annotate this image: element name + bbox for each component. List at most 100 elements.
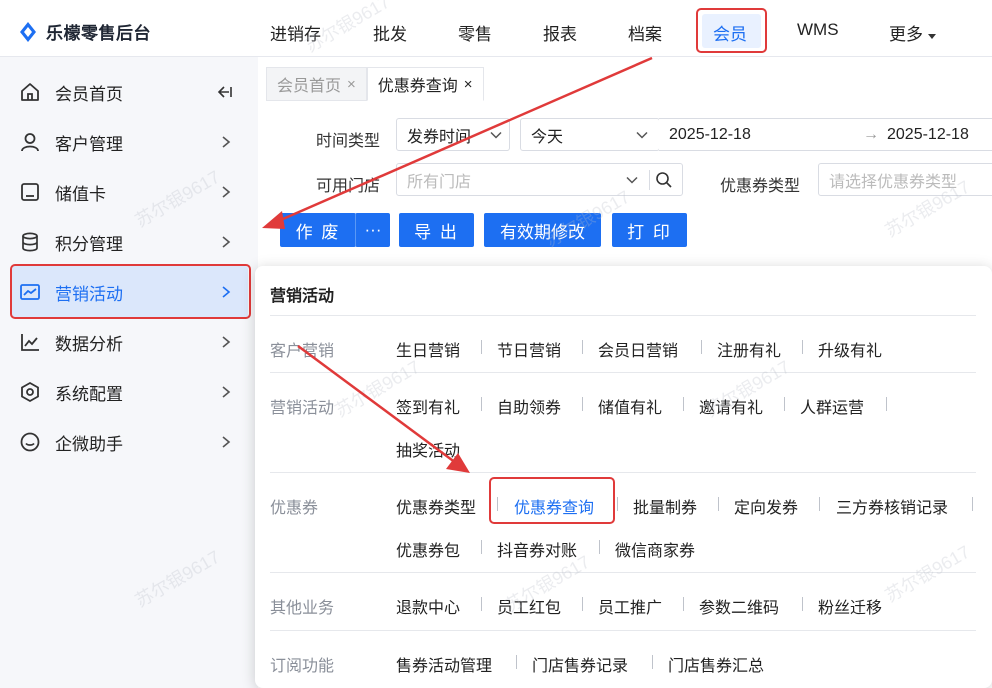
menu-link-refund-center[interactable]: 退款中心 (396, 594, 460, 618)
menu-link-fan-migration[interactable]: 粉丝迁移 (818, 594, 882, 618)
close-icon[interactable]: × (464, 76, 473, 93)
date-range-picker[interactable]: 2025-12-18 → 2025-12-18 (659, 118, 992, 151)
popup-divider (270, 630, 976, 631)
coupon-type-label: 优惠券类型 (720, 178, 801, 195)
chat-bubble-icon (19, 431, 41, 453)
menu-link-third-party-redemption[interactable]: 三方券核销记录 (836, 494, 948, 518)
menu-link-staff-red-packet[interactable]: 员工红包 (497, 594, 561, 618)
menu-link-audience-operations[interactable]: 人群运营 (800, 394, 864, 418)
sidebar-marketing-annotation-box (10, 264, 251, 319)
home-icon (19, 81, 41, 103)
menu-separator (819, 497, 820, 511)
date-start[interactable]: 2025-12-18 (669, 126, 751, 144)
menu-link-batch-coupons[interactable]: 批量制券 (633, 494, 697, 518)
menu-link-targeted-issue[interactable]: 定向发券 (734, 494, 798, 518)
sidebar-item-customers[interactable]: 客户管理 (0, 117, 258, 167)
nav-more[interactable]: 更多 (889, 20, 938, 45)
menu-separator (718, 497, 719, 511)
category-other-business: 其他业务 (270, 600, 335, 617)
print-button[interactable]: 打 印 (612, 213, 687, 247)
menu-link-wechat-merchant-coupon[interactable]: 微信商家券 (615, 537, 695, 561)
nav-more-label: 更多 (889, 25, 923, 44)
more-actions-button[interactable]: ··· (355, 213, 390, 247)
menu-link-coupon-packs[interactable]: 优惠券包 (396, 537, 460, 561)
close-icon[interactable]: × (347, 76, 356, 93)
top-navbar: 乐檬零售后台 进销存 批发 零售 报表 档案 会员 WMS 更多 (0, 0, 992, 57)
menu-link-douyin-reconciliation[interactable]: 抖音券对账 (497, 537, 577, 561)
coupon-type-select[interactable]: 请选择优惠券类型 (818, 163, 992, 196)
chevron-down-icon (636, 131, 648, 139)
menu-separator (802, 340, 803, 354)
sidebar-item-label: 储值卡 (55, 184, 106, 204)
menu-link-staff-promotion[interactable]: 员工推广 (598, 594, 662, 618)
sidebar-item-analytics[interactable]: 数据分析 (0, 317, 258, 367)
chevron-down-icon (490, 131, 502, 139)
menu-separator (599, 540, 600, 554)
menu-link-coupon-sale-management[interactable]: 售券活动管理 (396, 652, 492, 676)
chevron-down-icon (626, 176, 638, 184)
time-type-value: 发券时间 (407, 128, 472, 146)
menu-link-invite-gift[interactable]: 邀请有礼 (699, 394, 763, 418)
sidebar-item-wecom-assistant[interactable]: 企微助手 (0, 417, 258, 467)
search-icon[interactable] (655, 171, 673, 189)
caret-down-icon (928, 33, 936, 39)
menu-link-register-gift[interactable]: 注册有礼 (717, 337, 781, 361)
nav-retail[interactable]: 零售 (458, 20, 492, 45)
sidebar-item-points[interactable]: 积分管理 (0, 217, 258, 267)
marketing-menu-popup (255, 266, 992, 688)
date-end[interactable]: 2025-12-18 (887, 126, 969, 144)
menu-link-upgrade-gift[interactable]: 升级有礼 (818, 337, 882, 361)
nav-wholesale[interactable]: 批发 (373, 20, 407, 45)
app-root: 乐檬零售后台 进销存 批发 零售 报表 档案 会员 WMS 更多 会员首页 客户… (0, 0, 992, 688)
tab-member-home[interactable]: 会员首页 × (266, 67, 367, 101)
menu-separator (652, 655, 653, 669)
sidebar-item-label: 数据分析 (55, 334, 123, 354)
store-select[interactable]: 所有门店 (396, 163, 683, 196)
popup-divider (270, 472, 976, 473)
sidebar-item-settings[interactable]: 系统配置 (0, 367, 258, 417)
menu-separator (582, 597, 583, 611)
menu-separator (582, 340, 583, 354)
menu-link-param-qrcode[interactable]: 参数二维码 (699, 594, 779, 618)
sidebar-item-stored-value-card[interactable]: 储值卡 (0, 167, 258, 217)
menu-link-self-claim-coupon[interactable]: 自助领券 (497, 394, 561, 418)
category-subscriptions: 订阅功能 (270, 658, 335, 675)
tab-coupon-query[interactable]: 优惠券查询 × (366, 67, 484, 101)
page-tabs: 会员首页 × 优惠券查询 × (266, 67, 484, 101)
menu-link-holiday-marketing[interactable]: 节日营销 (497, 337, 561, 361)
sidebar-item-label: 企微助手 (55, 434, 123, 454)
menu-link-store-coupon-sale-records[interactable]: 门店售券记录 (532, 652, 628, 676)
menu-link-topup-gift[interactable]: 储值有礼 (598, 394, 662, 418)
menu-link-lottery[interactable]: 抽奖活动 (396, 437, 460, 461)
nav-inventory[interactable]: 进销存 (270, 20, 321, 45)
menu-link-birthday-marketing[interactable]: 生日营销 (396, 337, 460, 361)
void-button[interactable]: 作 废 (280, 213, 356, 247)
menu-separator (481, 397, 482, 411)
select-divider (649, 170, 650, 190)
menu-separator (886, 397, 887, 411)
coupon-query-annotation-box (489, 477, 615, 524)
collapse-sidebar-icon[interactable] (216, 83, 234, 101)
popup-title: 营销活动 (270, 288, 335, 305)
validity-edit-button[interactable]: 有效期修改 (484, 213, 601, 247)
menu-link-coupon-types[interactable]: 优惠券类型 (396, 494, 476, 518)
database-icon (19, 231, 41, 253)
export-button[interactable]: 导 出 (399, 213, 474, 247)
chevron-right-icon (222, 386, 231, 398)
menu-link-store-coupon-sale-summary[interactable]: 门店售券汇总 (668, 652, 764, 676)
nav-archive[interactable]: 档案 (628, 20, 662, 45)
menu-separator (683, 597, 684, 611)
sidebar-item-member-home[interactable]: 会员首页 (0, 67, 258, 117)
menu-link-member-day-marketing[interactable]: 会员日营销 (598, 337, 678, 361)
sidebar-item-label: 会员首页 (55, 84, 123, 104)
nav-wms[interactable]: WMS (797, 20, 839, 40)
menu-separator (617, 497, 618, 511)
nav-reports[interactable]: 报表 (543, 20, 577, 45)
menu-separator (972, 497, 973, 511)
tab-label: 优惠券查询 (377, 78, 458, 95)
menu-link-checkin-gift[interactable]: 签到有礼 (396, 394, 460, 418)
category-coupons: 优惠券 (270, 500, 319, 517)
time-type-select[interactable]: 发券时间 (396, 118, 510, 151)
app-title: 乐檬零售后台 (46, 24, 151, 43)
date-range-select[interactable]: 今天 (520, 118, 660, 151)
